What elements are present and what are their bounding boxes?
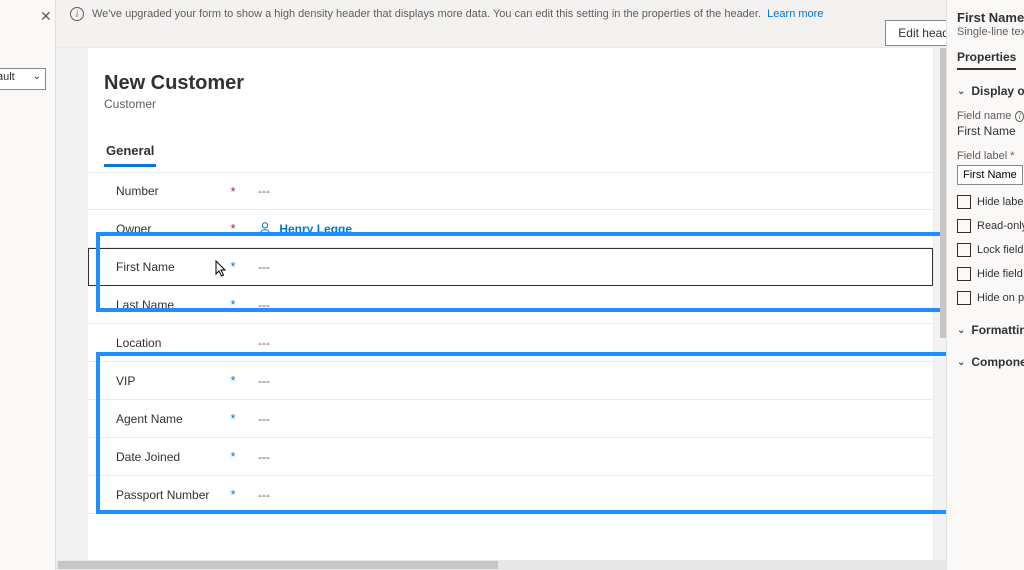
notification-message: We've upgraded your form to show a high …	[92, 8, 761, 20]
field-number[interactable]: Number * ---	[88, 172, 933, 210]
checkbox-label: Hide field	[977, 268, 1023, 280]
field-location[interactable]: Location ---	[88, 324, 933, 362]
chevron-down-icon: ⌄	[957, 86, 965, 97]
info-icon: i	[70, 7, 84, 21]
scroll-thumb[interactable]	[58, 561, 498, 569]
form-header: New Customer Customer	[88, 48, 933, 119]
field-value: ---	[240, 450, 270, 464]
checkbox-label: Hide label	[977, 196, 1024, 208]
field-label: First Name	[116, 260, 226, 274]
section-label: Formattin	[971, 323, 1024, 337]
tab-general[interactable]: General	[104, 137, 156, 167]
field-label-label: Field label *	[957, 150, 1024, 162]
checkbox-hide-label[interactable]: Hide label	[957, 195, 1024, 209]
field-date-joined[interactable]: Date Joined * ---	[88, 438, 933, 476]
required-icon: *	[226, 449, 240, 464]
section-label: Display o	[971, 84, 1024, 98]
dropdown-text: ault	[0, 71, 15, 83]
info-icon[interactable]: i	[1015, 111, 1024, 122]
field-label: Date Joined	[116, 450, 226, 464]
form-subtitle: Customer	[104, 97, 917, 111]
field-value: ---	[240, 298, 270, 312]
form-title: New Customer	[104, 72, 917, 95]
vertical-scrollbar[interactable]	[938, 48, 946, 348]
field-label: Location	[116, 336, 226, 350]
field-label: Owner	[116, 222, 226, 236]
required-icon: *	[226, 487, 240, 502]
field-label: VIP	[116, 374, 226, 388]
field-label-input[interactable]	[957, 165, 1023, 185]
checkbox-icon[interactable]	[957, 219, 971, 233]
form-canvas: New Customer Customer General Number * -…	[88, 48, 934, 570]
section-components[interactable]: ⌄ Compone	[957, 355, 1024, 369]
panel-subtitle: Single-line text	[957, 26, 1024, 38]
field-first-name[interactable]: First Name * ---	[88, 248, 933, 286]
field-label: Last Name	[116, 298, 226, 312]
checkbox-label: Lock field	[977, 244, 1023, 256]
field-value: ---	[240, 488, 270, 502]
field-vip[interactable]: VIP * ---	[88, 362, 933, 400]
required-icon: *	[226, 297, 240, 312]
notification-text: We've upgraded your form to show a high …	[92, 4, 990, 22]
field-value: ---	[240, 260, 270, 274]
checkbox-label: Read-only	[977, 220, 1024, 232]
checkbox-hide-on-phone[interactable]: Hide on ph	[957, 291, 1024, 305]
required-icon: *	[226, 184, 240, 199]
field-value: Henry Legge	[240, 221, 352, 236]
field-label: Passport Number	[116, 488, 226, 502]
field-value: ---	[240, 412, 270, 426]
properties-panel: First Name Single-line text Properties ⌄…	[946, 0, 1024, 570]
required-icon: *	[226, 221, 240, 236]
field-last-name[interactable]: Last Name * ---	[88, 286, 933, 324]
required-icon: *	[226, 411, 240, 426]
checkbox-lock-field[interactable]: Lock field	[957, 243, 1024, 257]
field-value: ---	[240, 374, 270, 388]
field-passport-number[interactable]: Passport Number * ---	[88, 476, 933, 514]
close-icon[interactable]: ✕	[40, 8, 52, 25]
checkbox-icon[interactable]	[957, 243, 971, 257]
checkbox-icon[interactable]	[957, 195, 971, 209]
learn-more-link[interactable]: Learn more	[767, 8, 823, 20]
field-label: Agent Name	[116, 412, 226, 426]
section-label: Compone	[971, 355, 1024, 369]
owner-link[interactable]: Henry Legge	[279, 222, 352, 236]
section-body: Number * --- Owner * Henry Legge First N…	[88, 168, 933, 514]
required-icon: *	[226, 373, 240, 388]
field-value: ---	[240, 184, 270, 198]
field-name-value: First Name	[957, 124, 1024, 138]
field-agent-name[interactable]: Agent Name * ---	[88, 400, 933, 438]
field-name-label: Field name i	[957, 110, 1024, 122]
notification-bar: i We've upgraded your form to show a hig…	[56, 0, 1024, 48]
chevron-down-icon: ⌄	[957, 357, 965, 368]
checkbox-label: Hide on ph	[977, 292, 1024, 304]
form-designer-canvas: New Customer Customer General Number * -…	[56, 48, 946, 570]
field-owner[interactable]: Owner * Henry Legge	[88, 210, 933, 248]
left-sidebar: ✕ ault	[0, 0, 56, 570]
checkbox-icon[interactable]	[957, 291, 971, 305]
panel-title: First Name	[957, 10, 1024, 25]
required-icon: *	[226, 259, 240, 274]
field-label: Number	[116, 184, 226, 198]
section-formatting[interactable]: ⌄ Formattin	[957, 323, 1024, 337]
default-dropdown[interactable]: ault	[0, 68, 46, 90]
tab-properties[interactable]: Properties	[957, 50, 1016, 70]
chevron-down-icon: ⌄	[957, 325, 965, 336]
tab-strip: General	[88, 137, 933, 168]
checkbox-hide-field[interactable]: Hide field	[957, 267, 1024, 281]
person-icon	[258, 221, 272, 235]
checkbox-icon[interactable]	[957, 267, 971, 281]
section-display-options[interactable]: ⌄ Display o	[957, 84, 1024, 98]
checkbox-read-only[interactable]: Read-only	[957, 219, 1024, 233]
field-value: ---	[240, 336, 270, 350]
horizontal-scrollbar[interactable]	[56, 560, 946, 570]
